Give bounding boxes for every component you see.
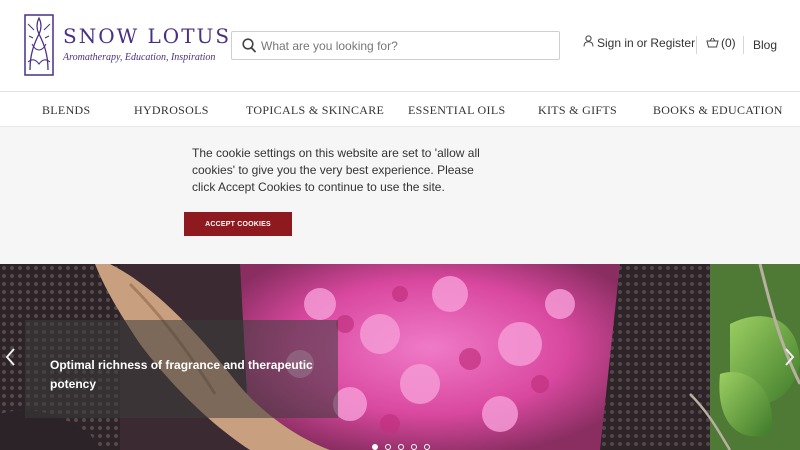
search-box[interactable] [231,31,560,60]
search-icon [242,38,256,53]
slider-dot[interactable] [385,444,391,450]
header-divider [696,36,697,54]
cookie-message: The cookie settings on this website are … [192,146,480,194]
slider-dot[interactable] [424,444,430,450]
cookie-banner: The cookie settings on this website are … [0,127,800,264]
search-input[interactable] [261,32,553,59]
cart-button[interactable]: (0) [706,36,736,50]
brand-tagline: Aromatherapy, Education, Inspiration [63,52,216,63]
nav-item-blends[interactable]: BLENDS [42,103,90,118]
main-nav: BLENDS HYDROSOLS TOPICALS & SKINCARE ESS… [0,92,800,127]
nav-item-topicals-skincare[interactable]: TOPICALS & SKINCARE [246,103,384,118]
nav-item-essential-oils[interactable]: ESSENTIAL OILS [408,103,505,118]
chevron-left-icon[interactable] [3,346,19,368]
brand-name: SNOW LOTUS [63,24,232,48]
user-icon [583,35,594,47]
register-link[interactable]: Register [650,36,695,50]
slider-dots [372,444,430,450]
hero-caption: Optimal richness of fragrance and therap… [50,358,313,391]
accept-cookies-button[interactable]: ACCEPT COOKIES [184,212,292,236]
nav-item-kits-gifts[interactable]: KITS & GIFTS [538,103,617,118]
cart-count: (0) [721,36,736,50]
hero-slider[interactable]: Optimal richness of fragrance and therap… [0,264,800,450]
slider-dot[interactable] [372,444,378,450]
hero-caption-box: Optimal richness of fragrance and therap… [25,320,338,418]
slider-dot[interactable] [398,444,404,450]
nav-item-hydrosols[interactable]: HYDROSOLS [134,103,209,118]
or-text: or [636,36,648,50]
slider-dot[interactable] [411,444,417,450]
chevron-right-icon[interactable] [781,346,797,368]
nav-item-books-education[interactable]: BOOKS & EDUCATION [653,103,783,118]
header-divider [743,36,744,54]
account-links: Sign in or Register [583,35,695,50]
site-header: SNOW LOTUS Aromatherapy, Education, Insp… [0,0,800,92]
basket-icon [706,37,719,47]
brand-logo[interactable]: SNOW LOTUS Aromatherapy, Education, Insp… [24,14,229,78]
sign-in-link[interactable]: Sign in [597,36,634,50]
lotus-logo-icon [24,14,54,76]
blog-link[interactable]: Blog [753,38,777,52]
